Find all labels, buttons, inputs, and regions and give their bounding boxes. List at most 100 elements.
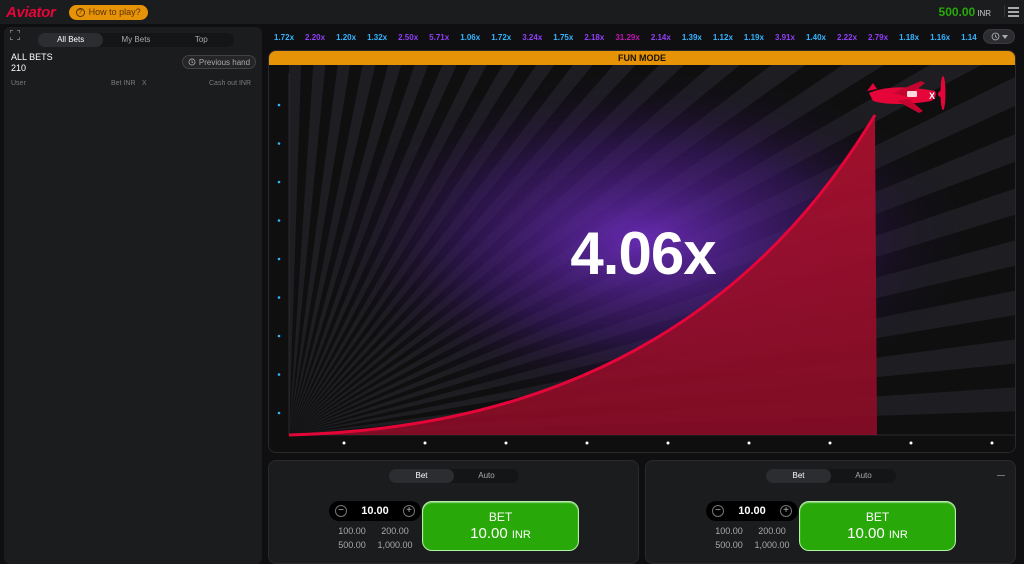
stake-value[interactable]: 10.00 — [730, 505, 774, 517]
top-bar: Aviator ? How to play? 500.00 INR — [0, 0, 1024, 24]
decrease-stake-button[interactable]: − — [335, 505, 347, 517]
history-multiplier[interactable]: 1.32x — [367, 33, 387, 42]
history-multiplier[interactable]: 2.79x — [868, 33, 888, 42]
history-icon — [188, 58, 196, 66]
aviator-logo: Aviator — [6, 3, 56, 21]
history-multiplier[interactable]: 1.12x — [713, 33, 733, 42]
multiplier-history: 1.72x 2.20x 1.20x 1.32x 2.50x 5.71x 1.06x 1.72x… — [274, 30, 980, 44]
quick-amount-1000[interactable]: 1,000.00 — [373, 538, 417, 552]
history-multiplier[interactable]: 5.71x — [429, 33, 449, 42]
bet-button[interactable]: BET 10.00 INR — [422, 501, 579, 551]
history-multiplier[interactable]: 31.29x — [615, 33, 639, 42]
all-bets-title: ALL BETS — [11, 52, 53, 62]
history-multiplier[interactable]: 2.14x — [651, 33, 671, 42]
y-axis-dot — [277, 411, 281, 415]
history-multiplier[interactable]: 1.39x — [682, 33, 702, 42]
quick-amount-500[interactable]: 500.00 — [334, 538, 370, 552]
tab-bet[interactable]: Bet — [389, 469, 454, 483]
x-axis-dot — [585, 441, 589, 445]
chevron-down-icon — [1001, 34, 1008, 39]
quick-amount-500[interactable]: 500.00 — [711, 538, 747, 552]
previous-hand-button[interactable]: Previous hand — [182, 55, 256, 69]
history-multiplier[interactable]: 1.16x — [930, 33, 950, 42]
history-multiplier[interactable]: 1.19x — [744, 33, 764, 42]
stake-stepper: − 10.00 + — [329, 501, 421, 521]
balance-display: 500.00 INR — [939, 5, 991, 19]
increase-stake-button[interactable]: + — [403, 505, 415, 517]
bet-button-label: BET — [865, 510, 890, 524]
how-to-play-button[interactable]: ? How to play? — [68, 4, 148, 20]
balance-currency: INR — [977, 9, 991, 18]
quick-amount-100[interactable]: 100.00 — [334, 524, 370, 538]
tab-top[interactable]: Top — [169, 33, 234, 47]
x-axis-dot — [666, 441, 670, 445]
history-multiplier[interactable]: 2.20x — [305, 33, 325, 42]
history-multiplier[interactable]: 1.18x — [899, 33, 919, 42]
stake-stepper: − 10.00 + — [706, 501, 798, 521]
x-axis-dot — [423, 441, 427, 445]
bet-mode-tabs: Bet Auto — [766, 469, 896, 483]
col-bet: Bet INR — [111, 80, 136, 87]
bet-panel-1: Bet Auto − 10.00 + 100.00 200.00 500.00 … — [268, 460, 639, 564]
tab-auto[interactable]: Auto — [454, 469, 519, 483]
bet-panel-2: Bet Auto − 10.00 + 100.00 200.00 500.00 … — [645, 460, 1016, 564]
game-area: FUN MODE X 4.06x — [268, 50, 1016, 453]
svg-text:X: X — [929, 91, 935, 101]
how-to-play-label: How to play? — [88, 7, 141, 17]
x-axis-dot — [504, 441, 508, 445]
fun-mode-banner: FUN MODE — [269, 51, 1015, 65]
quick-amount-200[interactable]: 200.00 — [377, 524, 413, 538]
y-axis-dot — [277, 180, 281, 184]
history-multiplier[interactable]: 2.18x — [584, 33, 604, 42]
x-axis-dot — [342, 441, 346, 445]
quick-amount-100[interactable]: 100.00 — [711, 524, 747, 538]
history-toggle-button[interactable] — [983, 29, 1015, 44]
col-cashout: Cash out INR — [209, 80, 252, 87]
bet-button-amount: 10.00 — [847, 525, 885, 542]
history-multiplier[interactable]: 2.22x — [837, 33, 857, 42]
col-user: User — [11, 80, 26, 87]
tab-all-bets[interactable]: All Bets — [38, 33, 104, 47]
history-multiplier[interactable]: 3.24x — [522, 33, 542, 42]
quick-amount-200[interactable]: 200.00 — [754, 524, 790, 538]
history-multiplier[interactable]: 1.06x — [460, 33, 480, 42]
tab-my-bets[interactable]: My Bets — [103, 33, 168, 47]
bet-button-label: BET — [488, 510, 513, 524]
x-axis-dot — [828, 441, 832, 445]
fullscreen-icon[interactable] — [9, 27, 21, 41]
history-multiplier[interactable]: 1.75x — [553, 33, 573, 42]
increase-stake-button[interactable]: + — [780, 505, 792, 517]
history-multiplier[interactable]: 3.91x — [775, 33, 795, 42]
question-icon: ? — [75, 7, 85, 17]
clock-icon — [991, 32, 999, 41]
history-multiplier[interactable]: 1.14 — [961, 33, 977, 42]
bets-tabs: All Bets My Bets Top — [38, 33, 234, 47]
y-axis-dot — [277, 103, 281, 107]
history-multiplier[interactable]: 1.72x — [491, 33, 511, 42]
decrease-stake-button[interactable]: − — [712, 505, 724, 517]
x-axis-dot — [909, 441, 913, 445]
history-multiplier[interactable]: 1.40x — [806, 33, 826, 42]
bet-button-currency: INR — [888, 529, 908, 541]
y-axis-dot — [277, 373, 281, 376]
tab-bet[interactable]: Bet — [766, 469, 831, 483]
x-axis-dot — [747, 441, 751, 445]
bet-button[interactable]: BET 10.00 INR — [799, 501, 956, 551]
tab-auto[interactable]: Auto — [831, 469, 896, 483]
history-multiplier[interactable]: 1.20x — [336, 33, 356, 42]
balance-amount: 500.00 — [938, 5, 976, 19]
stake-value[interactable]: 10.00 — [353, 505, 397, 517]
bet-button-amount: 10.00 — [470, 525, 508, 542]
col-x: X — [142, 80, 147, 87]
remove-panel-icon[interactable] — [997, 475, 1005, 476]
current-multiplier: 4.06x — [570, 220, 716, 287]
hamburger-menu-icon[interactable] — [1004, 5, 1019, 17]
history-multiplier[interactable]: 2.50x — [398, 33, 418, 42]
quick-amount-1000[interactable]: 1,000.00 — [750, 538, 794, 552]
all-bets-count: 210 — [11, 63, 27, 73]
bets-panel: All Bets My Bets Top ALL BETS 210 Previo… — [4, 27, 262, 564]
y-axis-dot — [277, 334, 281, 338]
previous-hand-label: Previous hand — [198, 57, 251, 67]
y-axis-dot — [277, 296, 281, 299]
history-multiplier[interactable]: 1.72x — [274, 33, 294, 42]
